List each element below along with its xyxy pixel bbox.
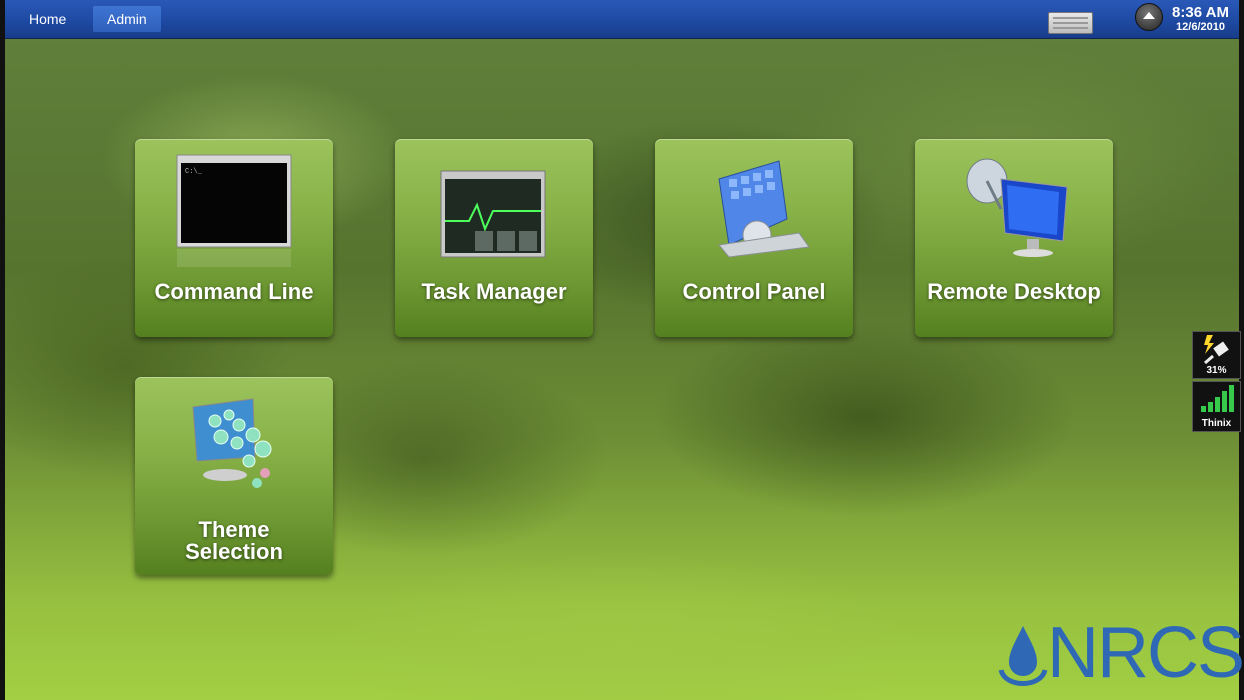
tile-label: Command Line	[154, 279, 314, 304]
tile-label-line: Selection	[185, 539, 283, 564]
signal-strength-icon	[1201, 385, 1234, 412]
clock: 8:36 AM 12/6/2010	[1172, 5, 1229, 34]
tile-label-line: Theme	[198, 517, 270, 542]
command-line-icon: C:\_	[176, 154, 292, 267]
network-indicator[interactable]: Thinix	[1192, 381, 1241, 432]
screen-frame-left	[0, 0, 5, 700]
tile-label: Remote Desktop	[927, 279, 1101, 304]
network-name: Thinix	[1201, 418, 1232, 429]
tile-label: Theme Selection	[135, 519, 333, 563]
desktop-background	[5, 38, 1239, 700]
clock-date: 12/6/2010	[1176, 21, 1225, 33]
tile-label: Control Panel	[682, 279, 826, 304]
theme-selection-icon	[192, 398, 272, 488]
water-drop-icon	[998, 626, 1048, 686]
remote-desktop-icon	[966, 158, 1068, 257]
battery-indicator[interactable]: 31%	[1192, 331, 1241, 379]
tile-theme-selection[interactable]: Theme Selection	[135, 377, 333, 575]
tile-control-panel[interactable]: Control Panel	[655, 139, 853, 337]
control-panel-icon	[718, 160, 810, 258]
tile-command-line[interactable]: C:\_ Command Line	[135, 139, 333, 337]
keyboard-icon[interactable]	[1048, 12, 1093, 34]
top-bar: Home Admin 8:36 AM 12/6/2010	[5, 0, 1239, 39]
svg-text:C:\_: C:\_	[185, 168, 203, 176]
clock-time: 8:36 AM	[1172, 4, 1229, 21]
tile-label: Task Manager	[421, 279, 567, 304]
logo-text: NRCS	[1047, 613, 1244, 693]
nrcs-logo: NRCS	[995, 612, 1244, 694]
task-manager-icon	[440, 170, 546, 258]
tile-task-manager[interactable]: Task Manager	[395, 139, 593, 337]
power-plug-icon	[1204, 335, 1229, 365]
tab-home[interactable]: Home	[15, 6, 80, 32]
tile-remote-desktop[interactable]: Remote Desktop	[915, 139, 1113, 337]
tab-admin[interactable]: Admin	[93, 6, 161, 32]
eject-icon[interactable]	[1135, 3, 1163, 31]
battery-percent: 31%	[1206, 365, 1227, 376]
